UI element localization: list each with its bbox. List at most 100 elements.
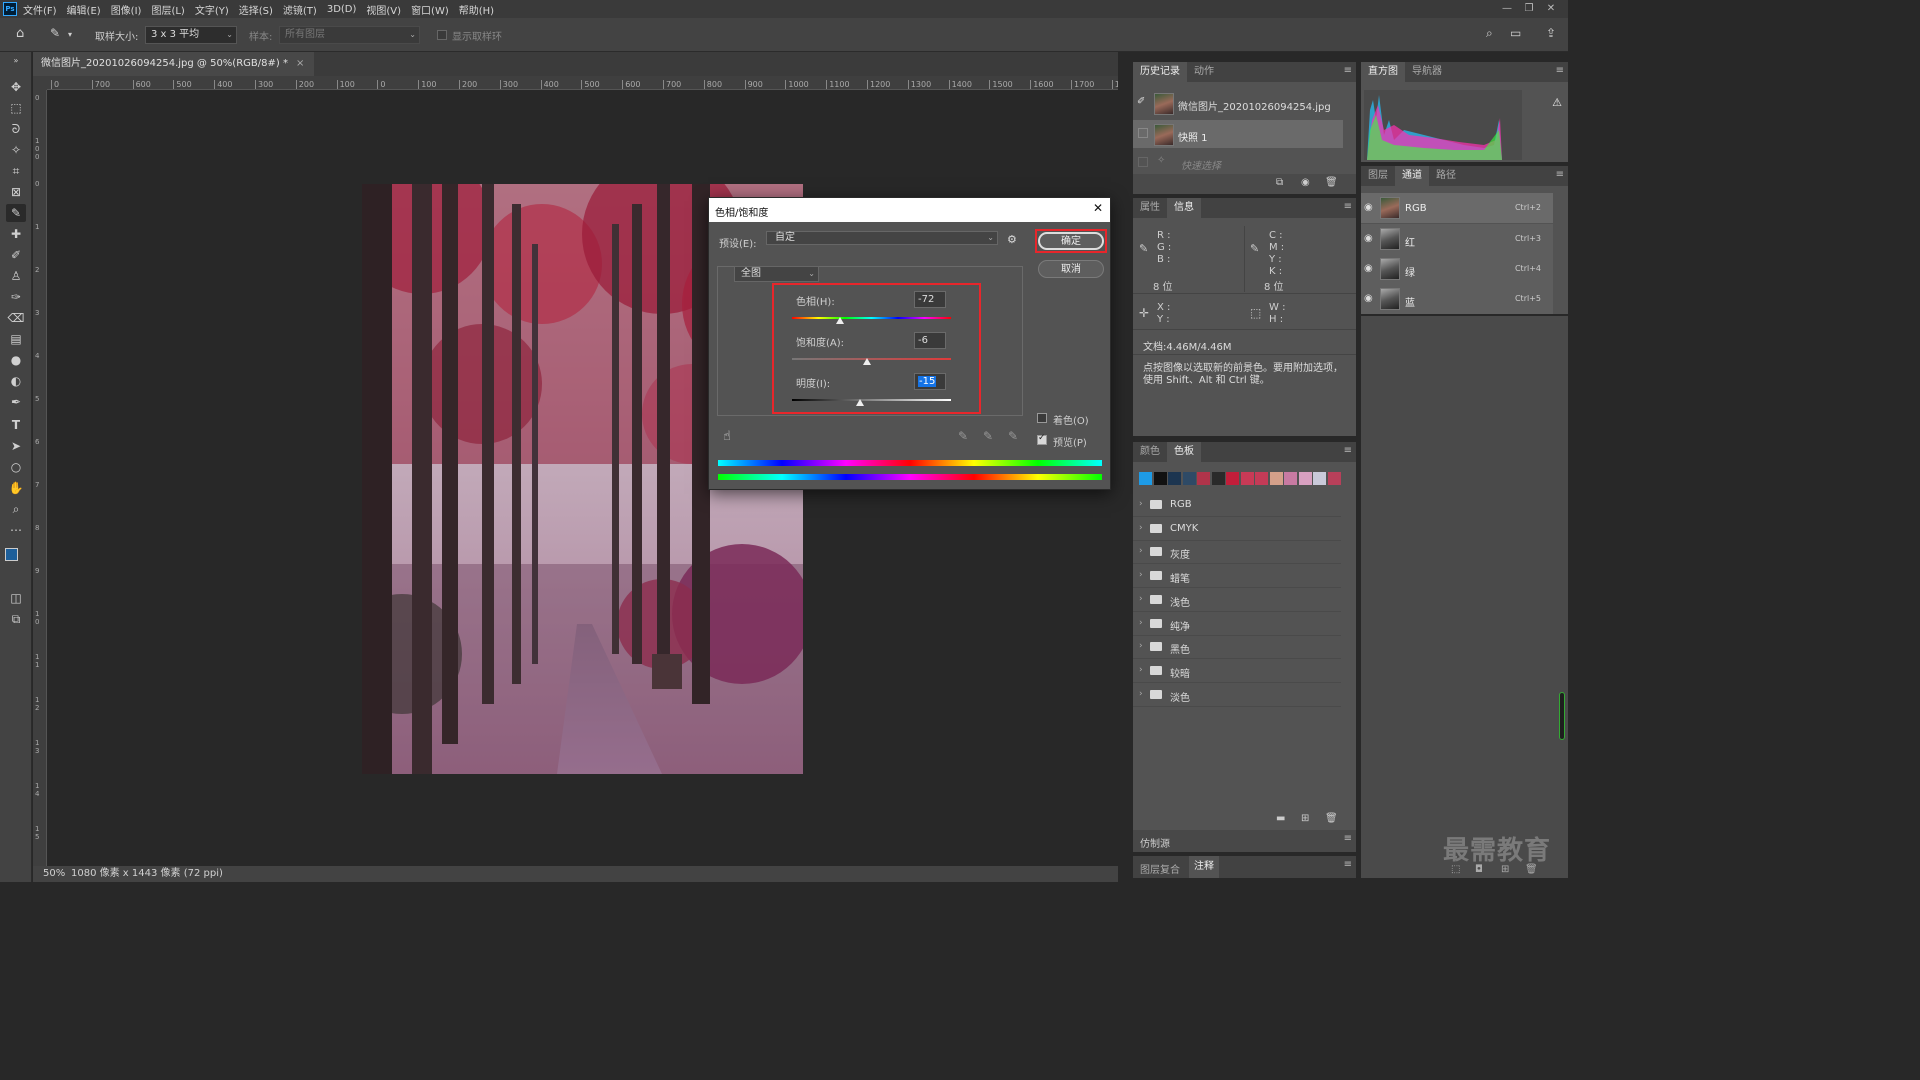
menu-help[interactable]: 帮助(H) — [459, 2, 494, 17]
swatch-group-row[interactable]: › 灰度 — [1133, 541, 1341, 565]
lasso-tool-icon[interactable]: ᘐ — [6, 120, 26, 138]
healing-brush-tool-icon[interactable]: ✚ — [6, 225, 26, 243]
menu-view[interactable]: 视图(V) — [366, 2, 401, 17]
color-swatch[interactable] — [1327, 472, 1341, 485]
tab-paths[interactable]: 路径 — [1429, 166, 1463, 186]
preview-checkbox[interactable] — [1037, 433, 1047, 445]
swatch-group-row[interactable]: › 蜡笔 — [1133, 565, 1341, 589]
visibility-eye-icon[interactable]: ◉ — [1364, 233, 1373, 244]
dodge-tool-icon[interactable]: ◐ — [6, 372, 26, 390]
swatch-group-row[interactable]: › 纯净 — [1133, 613, 1341, 636]
chevron-right-icon[interactable]: › — [1139, 499, 1143, 509]
quick-mask-icon[interactable]: ◫ — [6, 589, 26, 607]
swatch-group-row[interactable]: › 浅色 — [1133, 589, 1341, 612]
swatch-group-row[interactable]: › 淡色 — [1133, 684, 1341, 707]
chevron-right-icon[interactable]: › — [1139, 570, 1143, 580]
zoom-tool-icon[interactable]: ⌕ — [6, 500, 26, 518]
eraser-tool-icon[interactable]: ⌫ — [6, 309, 26, 327]
eyedropper-tool-icon[interactable]: ✎ — [50, 26, 60, 40]
color-swatch[interactable] — [1153, 472, 1167, 485]
histogram-warning-icon[interactable]: ⚠ — [1552, 96, 1562, 109]
history-item[interactable]: ✧ 快速选择 — [1133, 152, 1356, 172]
color-swatch[interactable] — [1284, 472, 1297, 485]
eyedropper-icon[interactable]: ✎ — [958, 429, 968, 443]
collapse-icon[interactable]: » — [6, 56, 26, 66]
frame-tool-icon[interactable]: ⊠ — [6, 183, 26, 201]
chevron-right-icon[interactable]: › — [1139, 665, 1143, 675]
menu-layer[interactable]: 图层(L) — [151, 2, 184, 17]
tab-info[interactable]: 信息 — [1167, 198, 1201, 218]
menu-type[interactable]: 文字(Y) — [195, 2, 229, 17]
history-brush-tool-icon[interactable]: ✑ — [6, 288, 26, 306]
home-icon[interactable]: ⌂ — [16, 26, 24, 41]
chevron-right-icon[interactable]: › — [1139, 594, 1143, 604]
new-group-folder-icon[interactable]: ▬ — [1276, 813, 1285, 824]
tab-histogram[interactable]: 直方图 — [1361, 62, 1405, 82]
chevron-right-icon[interactable]: › — [1139, 689, 1143, 699]
eyedropper-minus-icon[interactable]: ✎ — [1008, 429, 1018, 443]
tab-color[interactable]: 颜色 — [1133, 442, 1167, 462]
menu-select[interactable]: 选择(S) — [239, 2, 273, 17]
colorize-checkbox[interactable] — [1037, 413, 1047, 423]
pen-tool-icon[interactable]: ✒ — [6, 393, 26, 411]
sample-size-select[interactable]: 3 x 3 平均 ⌄ — [145, 26, 237, 44]
tab-layers[interactable]: 图层 — [1361, 166, 1395, 186]
history-source-box[interactable] — [1138, 128, 1148, 138]
menu-3d[interactable]: 3D(D) — [327, 4, 357, 15]
scrollbar-thumb[interactable] — [1559, 692, 1565, 740]
camera-icon[interactable]: ◉ — [1301, 177, 1310, 188]
visibility-eye-icon[interactable]: ◉ — [1364, 293, 1373, 304]
chevron-right-icon[interactable]: › — [1139, 523, 1143, 533]
tab-actions[interactable]: 动作 — [1187, 62, 1221, 82]
sample-select[interactable]: 所有图层 ⌄ — [279, 26, 420, 44]
dialog-close-icon[interactable]: ✕ — [1093, 201, 1103, 215]
tab-history[interactable]: 历史记录 — [1133, 62, 1187, 82]
blur-tool-icon[interactable]: ● — [6, 351, 26, 369]
new-document-icon[interactable]: ⧉ — [1276, 177, 1283, 188]
color-swatch[interactable] — [1139, 472, 1152, 485]
workspace-icon[interactable]: ▭ — [1510, 26, 1521, 40]
stamp-tool-icon[interactable]: ♙ — [6, 267, 26, 285]
targeted-adjust-hand-icon[interactable]: ☝ — [723, 429, 731, 444]
zoom-level[interactable]: 50% — [43, 866, 65, 882]
document-tab[interactable]: 微信图片_20201026094254.jpg @ 50%(RGB/8#) * × — [33, 52, 315, 76]
tab-layer-comps[interactable]: 图层复合 — [1140, 861, 1180, 876]
history-source-box[interactable] — [1138, 157, 1148, 167]
trash-icon[interactable]: 🗑 — [1325, 177, 1338, 188]
panel-menu-icon[interactable]: ≡ — [1556, 65, 1564, 76]
menu-filter[interactable]: 滤镜(T) — [283, 2, 317, 17]
color-swatch[interactable] — [1197, 472, 1210, 485]
gear-icon[interactable]: ⚙ — [1007, 233, 1017, 246]
foreground-color-swatch[interactable] — [5, 548, 18, 561]
ellipse-tool-icon[interactable]: ○ — [6, 458, 26, 476]
marquee-tool-icon[interactable]: ⬚ — [6, 99, 26, 117]
menu-window[interactable]: 窗口(W) — [411, 2, 449, 17]
quick-select-tool-icon[interactable]: ✧ — [6, 141, 26, 159]
history-brush-icon[interactable]: ✐ — [1137, 96, 1145, 107]
panel-menu-icon[interactable]: ≡ — [1344, 65, 1352, 76]
share-icon[interactable]: ⇪ — [1546, 26, 1556, 40]
color-swatch[interactable] — [1298, 472, 1312, 485]
preset-select[interactable]: 自定 ⌄ — [766, 231, 998, 245]
restore-button[interactable]: ❐ — [1518, 0, 1540, 18]
channel-row-blue[interactable]: ◉ 蓝 Ctrl+5 — [1361, 284, 1553, 314]
channel-select[interactable]: 全图 ⌄ — [734, 266, 819, 282]
eyedropper-plus-icon[interactable]: ✎ — [983, 429, 993, 443]
swatch-group-row[interactable]: › RGB — [1133, 494, 1341, 517]
eyedropper-tool-icon[interactable]: ✎ — [6, 204, 26, 222]
history-item[interactable]: ✐ 微信图片_20201026094254.jpg — [1133, 90, 1356, 116]
hand-tool-icon[interactable]: ✋ — [6, 479, 26, 497]
tab-channels[interactable]: 通道 — [1395, 166, 1429, 186]
trash-icon[interactable]: 🗑 — [1325, 813, 1338, 824]
history-item[interactable]: 快照 1 — [1133, 120, 1343, 148]
swatch-group-row[interactable]: › CMYK — [1133, 518, 1341, 541]
color-swatch[interactable] — [1182, 472, 1196, 485]
crop-tool-icon[interactable]: ⌗ — [6, 162, 26, 180]
panel-menu-icon[interactable]: ≡ — [1556, 169, 1564, 180]
screen-mode-icon[interactable]: ⧉ — [6, 610, 26, 628]
status-arrow-icon[interactable]: › — [213, 866, 217, 882]
cancel-button[interactable]: 取消 — [1038, 260, 1104, 278]
more-tools-icon[interactable]: ⋯ — [6, 521, 26, 539]
chevron-down-icon[interactable]: ▾ — [68, 30, 72, 39]
show-ring-checkbox[interactable] — [437, 30, 447, 40]
